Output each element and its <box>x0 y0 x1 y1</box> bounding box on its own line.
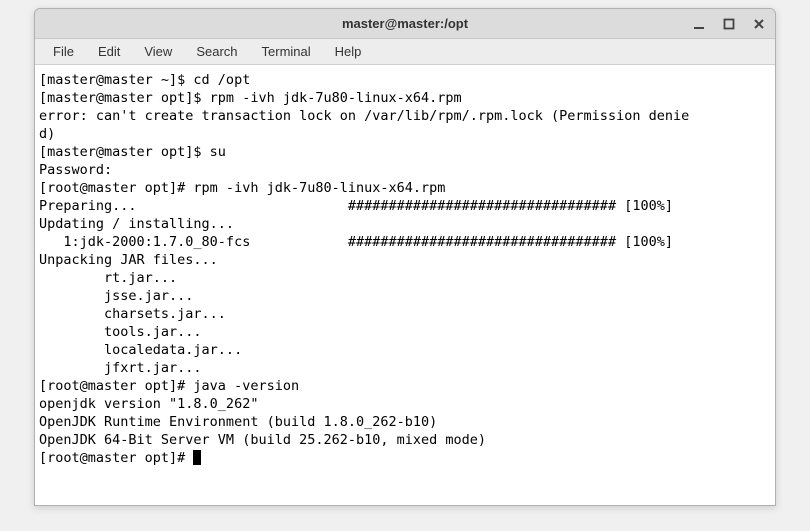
menu-search[interactable]: Search <box>186 41 247 62</box>
terminal-line: [root@master opt]# java -version <box>39 378 299 394</box>
terminal-line: jsse.jar... <box>39 288 193 304</box>
terminal-line: Updating / installing... <box>39 216 234 232</box>
close-icon <box>753 18 765 30</box>
menubar: File Edit View Search Terminal Help <box>35 39 775 65</box>
terminal-line: openjdk version "1.8.0_262" <box>39 396 258 412</box>
minimize-button[interactable] <box>689 14 709 34</box>
terminal-line: 1:jdk-2000:1.7.0_80-fcs ################… <box>39 234 673 250</box>
close-button[interactable] <box>749 14 769 34</box>
terminal-window: master@master:/opt File Edit View Search… <box>34 8 776 506</box>
window-title: master@master:/opt <box>35 16 775 31</box>
terminal-line: charsets.jar... <box>39 306 226 322</box>
terminal-line: jfxrt.jar... <box>39 360 202 376</box>
titlebar[interactable]: master@master:/opt <box>35 9 775 39</box>
terminal-line: localedata.jar... <box>39 342 242 358</box>
terminal-line: [master@master opt]$ rpm -ivh jdk-7u80-l… <box>39 90 462 106</box>
terminal-line: [master@master ~]$ cd /opt <box>39 72 250 88</box>
window-controls <box>689 14 769 34</box>
maximize-button[interactable] <box>719 14 739 34</box>
minimize-icon <box>693 18 705 30</box>
terminal-line: [root@master opt]# rpm -ivh jdk-7u80-lin… <box>39 180 445 196</box>
cursor-icon <box>193 450 201 465</box>
terminal-line: [master@master opt]$ su <box>39 144 226 160</box>
terminal-line: d) <box>39 126 55 142</box>
terminal-output[interactable]: [master@master ~]$ cd /opt [master@maste… <box>35 65 775 505</box>
terminal-line: Preparing... ###########################… <box>39 198 673 214</box>
terminal-line: Password: <box>39 162 112 178</box>
terminal-line: Unpacking JAR files... <box>39 252 218 268</box>
menu-view[interactable]: View <box>134 41 182 62</box>
terminal-line: tools.jar... <box>39 324 202 340</box>
terminal-line: OpenJDK 64-Bit Server VM (build 25.262-b… <box>39 432 486 448</box>
menu-terminal[interactable]: Terminal <box>252 41 321 62</box>
terminal-prompt: [root@master opt]# <box>39 450 193 466</box>
terminal-line: error: can't create transaction lock on … <box>39 108 689 124</box>
menu-help[interactable]: Help <box>325 41 372 62</box>
menu-file[interactable]: File <box>43 41 84 62</box>
terminal-line: OpenJDK Runtime Environment (build 1.8.0… <box>39 414 437 430</box>
maximize-icon <box>723 18 735 30</box>
terminal-line: rt.jar... <box>39 270 177 286</box>
menu-edit[interactable]: Edit <box>88 41 130 62</box>
